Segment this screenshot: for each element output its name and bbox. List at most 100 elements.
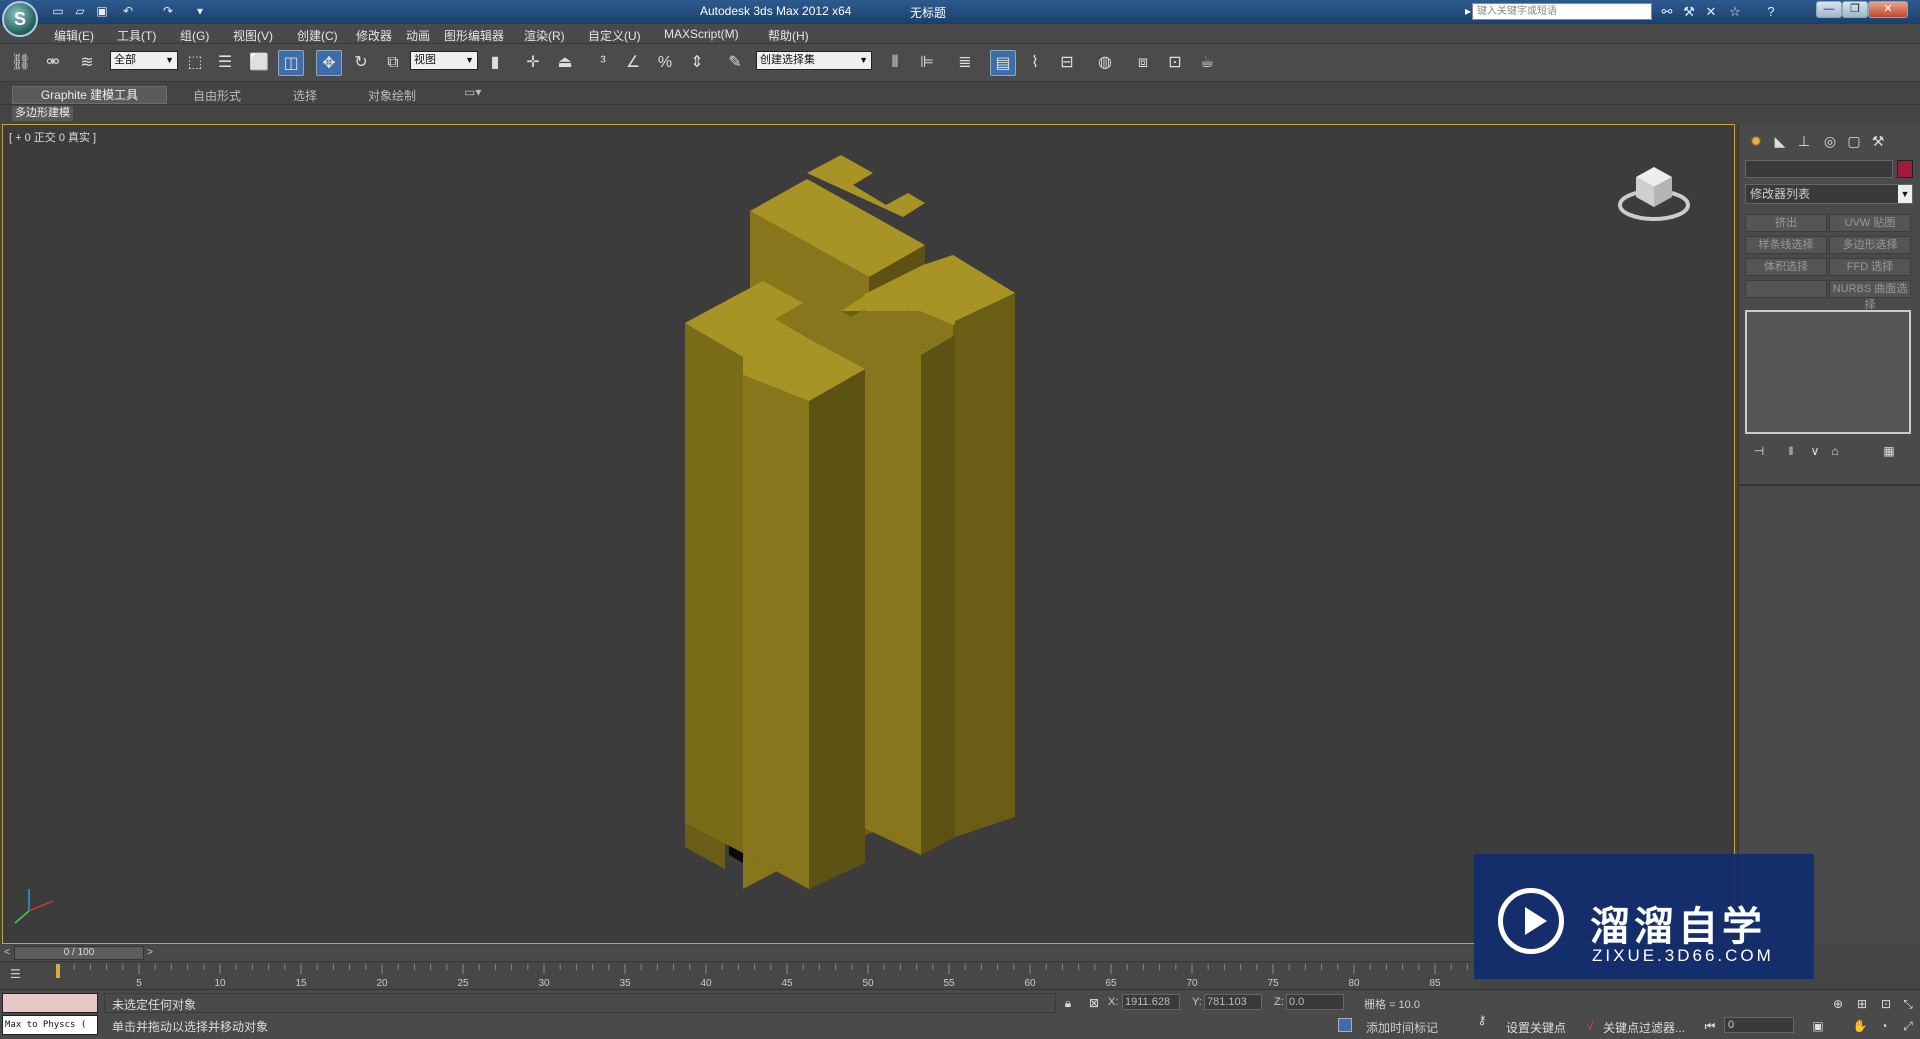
select-and-manipulate-icon[interactable]: ✛ [520,50,546,76]
yellow-building-model[interactable] [3,125,1736,945]
next-frame-icon[interactable]: > [144,946,156,960]
poly-select-button[interactable]: 多边形选择 [1829,236,1911,254]
field-of-view-icon[interactable]: ⤡ [1900,996,1916,1012]
show-end-result-icon[interactable]: ‖ [1781,442,1801,460]
y-coordinate-field[interactable]: 781.103 [1204,994,1262,1010]
minimize-button[interactable]: — [1816,1,1842,18]
unlink-icon[interactable]: ⚮ [40,50,66,76]
zoom-all-icon[interactable]: ⊞ [1854,996,1870,1012]
keyboard-shortcut-override-icon[interactable]: ⏏ [552,50,578,76]
select-object-icon[interactable]: ⬚ [182,50,208,76]
volume-select-button[interactable]: 体积选择 [1745,258,1827,276]
render-production-icon[interactable]: ☕ [1194,50,1220,76]
application-logo-button[interactable]: S [2,1,38,37]
open-file-icon[interactable]: ▱ [72,3,88,19]
menu-customize[interactable]: 自定义(U) [588,27,641,44]
align-icon[interactable]: ⊫ [914,50,940,76]
zoom-extents-icon[interactable]: ⊕ [1830,996,1846,1012]
zoom-region-icon[interactable]: ⊡ [1878,996,1894,1012]
select-and-link-icon[interactable]: ⛓ [8,50,34,76]
menu-group[interactable]: 组(G) [180,27,209,44]
time-cursor[interactable] [56,964,60,978]
key-icon[interactable]: ⚷ [1474,1012,1490,1028]
object-name-field[interactable] [1745,160,1893,178]
uvw-map-button[interactable]: UVW 贴图 [1829,214,1911,232]
maximize-viewport-icon[interactable]: ⤢ [1900,1018,1916,1034]
render-setup-icon[interactable]: ⧈ [1130,50,1156,76]
favorites-star-icon[interactable]: ☆ [1726,3,1744,21]
curve-editor-icon[interactable]: ⌇ [1022,50,1048,76]
tab-polygon-modeling[interactable]: 多边形建模 [12,106,73,121]
pivot-center-icon[interactable]: ▮ [482,50,508,76]
pan-view-icon[interactable]: ✋ [1852,1018,1868,1034]
motion-tab-icon[interactable]: ◎ [1819,130,1841,152]
spline-select-button[interactable]: 样条线选择 [1745,236,1827,254]
spinner-snap-icon[interactable]: ⇕ [684,50,710,76]
current-frame-field[interactable]: 0 [1724,1017,1794,1033]
communication-center-icon[interactable]: ✕ [1702,3,1720,21]
ffd-select-button[interactable]: FFD 选择 [1829,258,1911,276]
maximize-button[interactable]: ❐ [1842,1,1868,18]
empty-modifier-button[interactable] [1745,280,1827,298]
make-unique-icon[interactable]: ∨ [1805,442,1825,460]
maxscript-listener-input[interactable] [2,993,98,1013]
select-by-name-icon[interactable]: ☰ [212,50,238,76]
menu-modifiers[interactable]: 修改器 [356,27,392,44]
viewcube-icon[interactable] [1614,155,1694,225]
menu-create[interactable]: 创建(C) [297,27,338,44]
configure-modifier-sets-icon[interactable]: ▦ [1879,442,1899,460]
mini-curve-editor-icon[interactable]: ☰ [10,967,30,983]
set-key-button[interactable]: 设置关键点 [1506,1019,1566,1036]
named-selection-set-dropdown[interactable]: 创建选择集 ▼ [756,51,872,70]
binoculars-icon[interactable]: ⚯ [1658,3,1676,21]
modify-tab-icon[interactable]: ◣ [1769,130,1791,152]
object-color-swatch[interactable] [1897,160,1913,178]
select-and-scale-icon[interactable]: ⧉ [380,50,406,76]
key-filters-icon[interactable]: √ [1582,1018,1598,1034]
orbit-icon[interactable]: ◔ [1876,1018,1892,1034]
manage-layers-icon[interactable]: ≣ [952,50,978,76]
undo-icon[interactable]: ↶ [120,3,136,19]
quick-access-dropdown-icon[interactable]: ▾ [192,3,208,19]
absolute-mode-icon[interactable]: ⊠ [1086,995,1102,1011]
tab-object-paint[interactable]: 对象绘制 [368,87,416,104]
remove-modifier-icon[interactable]: ⌂ [1825,442,1845,460]
reference-coordinate-dropdown[interactable]: 视图 ▼ [410,51,478,70]
angle-snap-icon[interactable]: ∠ [620,50,646,76]
display-tab-icon[interactable]: ▢ [1843,130,1865,152]
save-file-icon[interactable]: ▣ [94,3,110,19]
create-tab-icon[interactable]: ✹ [1745,130,1767,152]
subscription-icon[interactable]: ⚒ [1680,3,1698,21]
lock-selection-icon[interactable]: 🔒︎ [1060,995,1076,1011]
add-time-tag-button[interactable]: 添加时间标记 [1366,1019,1438,1036]
modifier-stack-list[interactable] [1745,310,1911,434]
menu-rendering[interactable]: 渲染(R) [524,27,565,44]
rendered-frame-window-icon[interactable]: ⊡ [1162,50,1188,76]
percent-snap-icon[interactable]: % [652,50,678,76]
menu-maxscript[interactable]: MAXScript(M) [664,27,739,41]
new-file-icon[interactable]: ▭ [50,3,66,19]
rectangular-selection-icon[interactable]: ⬜ [246,50,272,76]
edit-named-selection-icon[interactable]: ✎ [722,50,748,76]
select-and-move-icon[interactable]: ✥ [316,50,342,76]
z-coordinate-field[interactable]: 0.0 [1286,994,1344,1010]
tab-selection[interactable]: 选择 [293,87,317,104]
x-coordinate-field[interactable]: 1911.628 [1122,994,1180,1010]
time-tag-icon[interactable] [1338,1018,1352,1032]
graphite-toggle-icon[interactable]: ▤ [990,50,1016,76]
tab-freeform[interactable]: 自由形式 [193,87,241,104]
close-button[interactable]: ✕ [1868,1,1908,18]
menu-help[interactable]: 帮助(H) [768,27,809,44]
go-to-start-icon[interactable]: ⏮ [1702,1018,1718,1034]
region-zoom-icon[interactable]: ▣ [1810,1018,1826,1034]
ribbon-options-icon[interactable]: ▭▾ [464,85,481,99]
selection-filter-dropdown[interactable]: 全部 ▼ [110,51,178,70]
help-icon[interactable]: ? [1762,3,1780,21]
modifier-list-dropdown[interactable]: 修改器列表 ▼ [1745,184,1913,204]
previous-frame-icon[interactable]: < [1,946,13,960]
window-crossing-icon[interactable]: ◫ [278,50,304,76]
perspective-viewport[interactable]: [ + 0 正交 0 真实 ] [2,124,1735,944]
maxscript-mini-listener[interactable]: Max to Physcs ( [2,1015,98,1035]
mirror-icon[interactable]: ⫴ [882,50,908,76]
material-editor-icon[interactable]: ◍ [1092,50,1118,76]
